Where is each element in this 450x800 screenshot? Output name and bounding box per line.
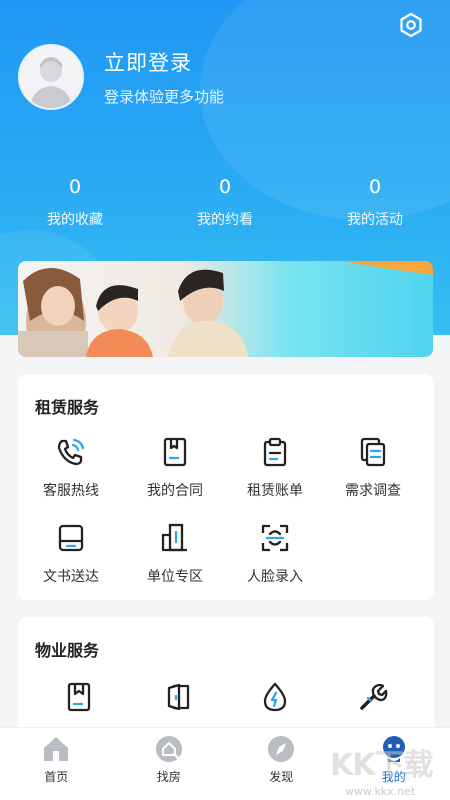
stats-row: 0 我的收藏 0 我的约看 0 我的活动 [0,175,450,229]
service-survey[interactable]: 需求调查 [323,434,423,500]
login-title[interactable]: 立即登录 [104,47,192,77]
service-label: 我的合同 [147,483,203,499]
tab-label: 首页 [44,770,69,784]
service-label: 人脸录入 [247,569,303,585]
stat-favorites[interactable]: 0 我的收藏 [0,175,150,229]
service-label: 租赁账单 [247,483,303,499]
document-icon [21,520,121,556]
compass-icon [266,734,296,764]
service-document-delivery[interactable]: 文书送达 [21,520,121,586]
avatar[interactable] [18,44,84,110]
service-label: 文书送达 [43,569,99,585]
watermark-url: www.kkx.net [345,785,416,798]
property-services-title: 物业服务 [35,641,100,660]
bookmark-icon [29,679,129,715]
bill-icon [225,434,325,470]
water-electric-icon [225,679,325,715]
service-label: 单位专区 [147,569,203,585]
wrench-icon [323,679,423,715]
service-label: 需求调查 [345,483,401,499]
stat-viewings[interactable]: 0 我的约看 [150,175,300,229]
service-label: 客服热线 [43,483,99,499]
stat-label: 我的活动 [347,212,403,228]
watermark: KK下载 [330,748,433,783]
contract-icon [125,434,225,470]
tab-label: 找房 [156,770,181,784]
stat-value: 0 [68,176,82,198]
stat-value: 0 [218,176,232,198]
service-face-entry[interactable]: 人脸录入 [225,520,325,586]
face-scan-icon [225,520,325,556]
property-service-item[interactable] [323,679,423,715]
service-my-contract[interactable]: 我的合同 [125,434,225,500]
stat-value: 0 [368,176,382,198]
stat-label: 我的收藏 [47,212,103,228]
service-rent-bill[interactable]: 租赁账单 [225,434,325,500]
stat-label: 我的约看 [197,212,253,228]
rental-services-card: 租赁服务 客服热线 我的合同 租赁账单 需求调查 文书送达 单位专区 人脸录入 [18,374,434,600]
tab-home[interactable]: 首页 [0,728,113,800]
home-icon [41,734,71,764]
building-icon [125,520,225,556]
service-unit-zone[interactable]: 单位专区 [125,520,225,586]
service-hotline[interactable]: 客服热线 [21,434,121,500]
property-service-item[interactable] [129,679,229,715]
rental-services-title: 租赁服务 [35,398,100,417]
promo-banner[interactable] [18,261,433,357]
phone-icon [21,434,121,470]
login-subtitle: 登录体验更多功能 [104,88,225,106]
door-icon [129,679,229,715]
tab-discover[interactable]: 发现 [225,728,338,800]
property-service-item[interactable] [225,679,325,715]
tab-find-house[interactable]: 找房 [113,728,226,800]
property-service-item[interactable] [29,679,129,715]
stat-activities[interactable]: 0 我的活动 [300,175,450,229]
find-house-icon [154,734,184,764]
settings-gear-icon[interactable] [398,12,424,38]
tab-label: 发现 [269,770,294,784]
survey-icon [323,434,423,470]
